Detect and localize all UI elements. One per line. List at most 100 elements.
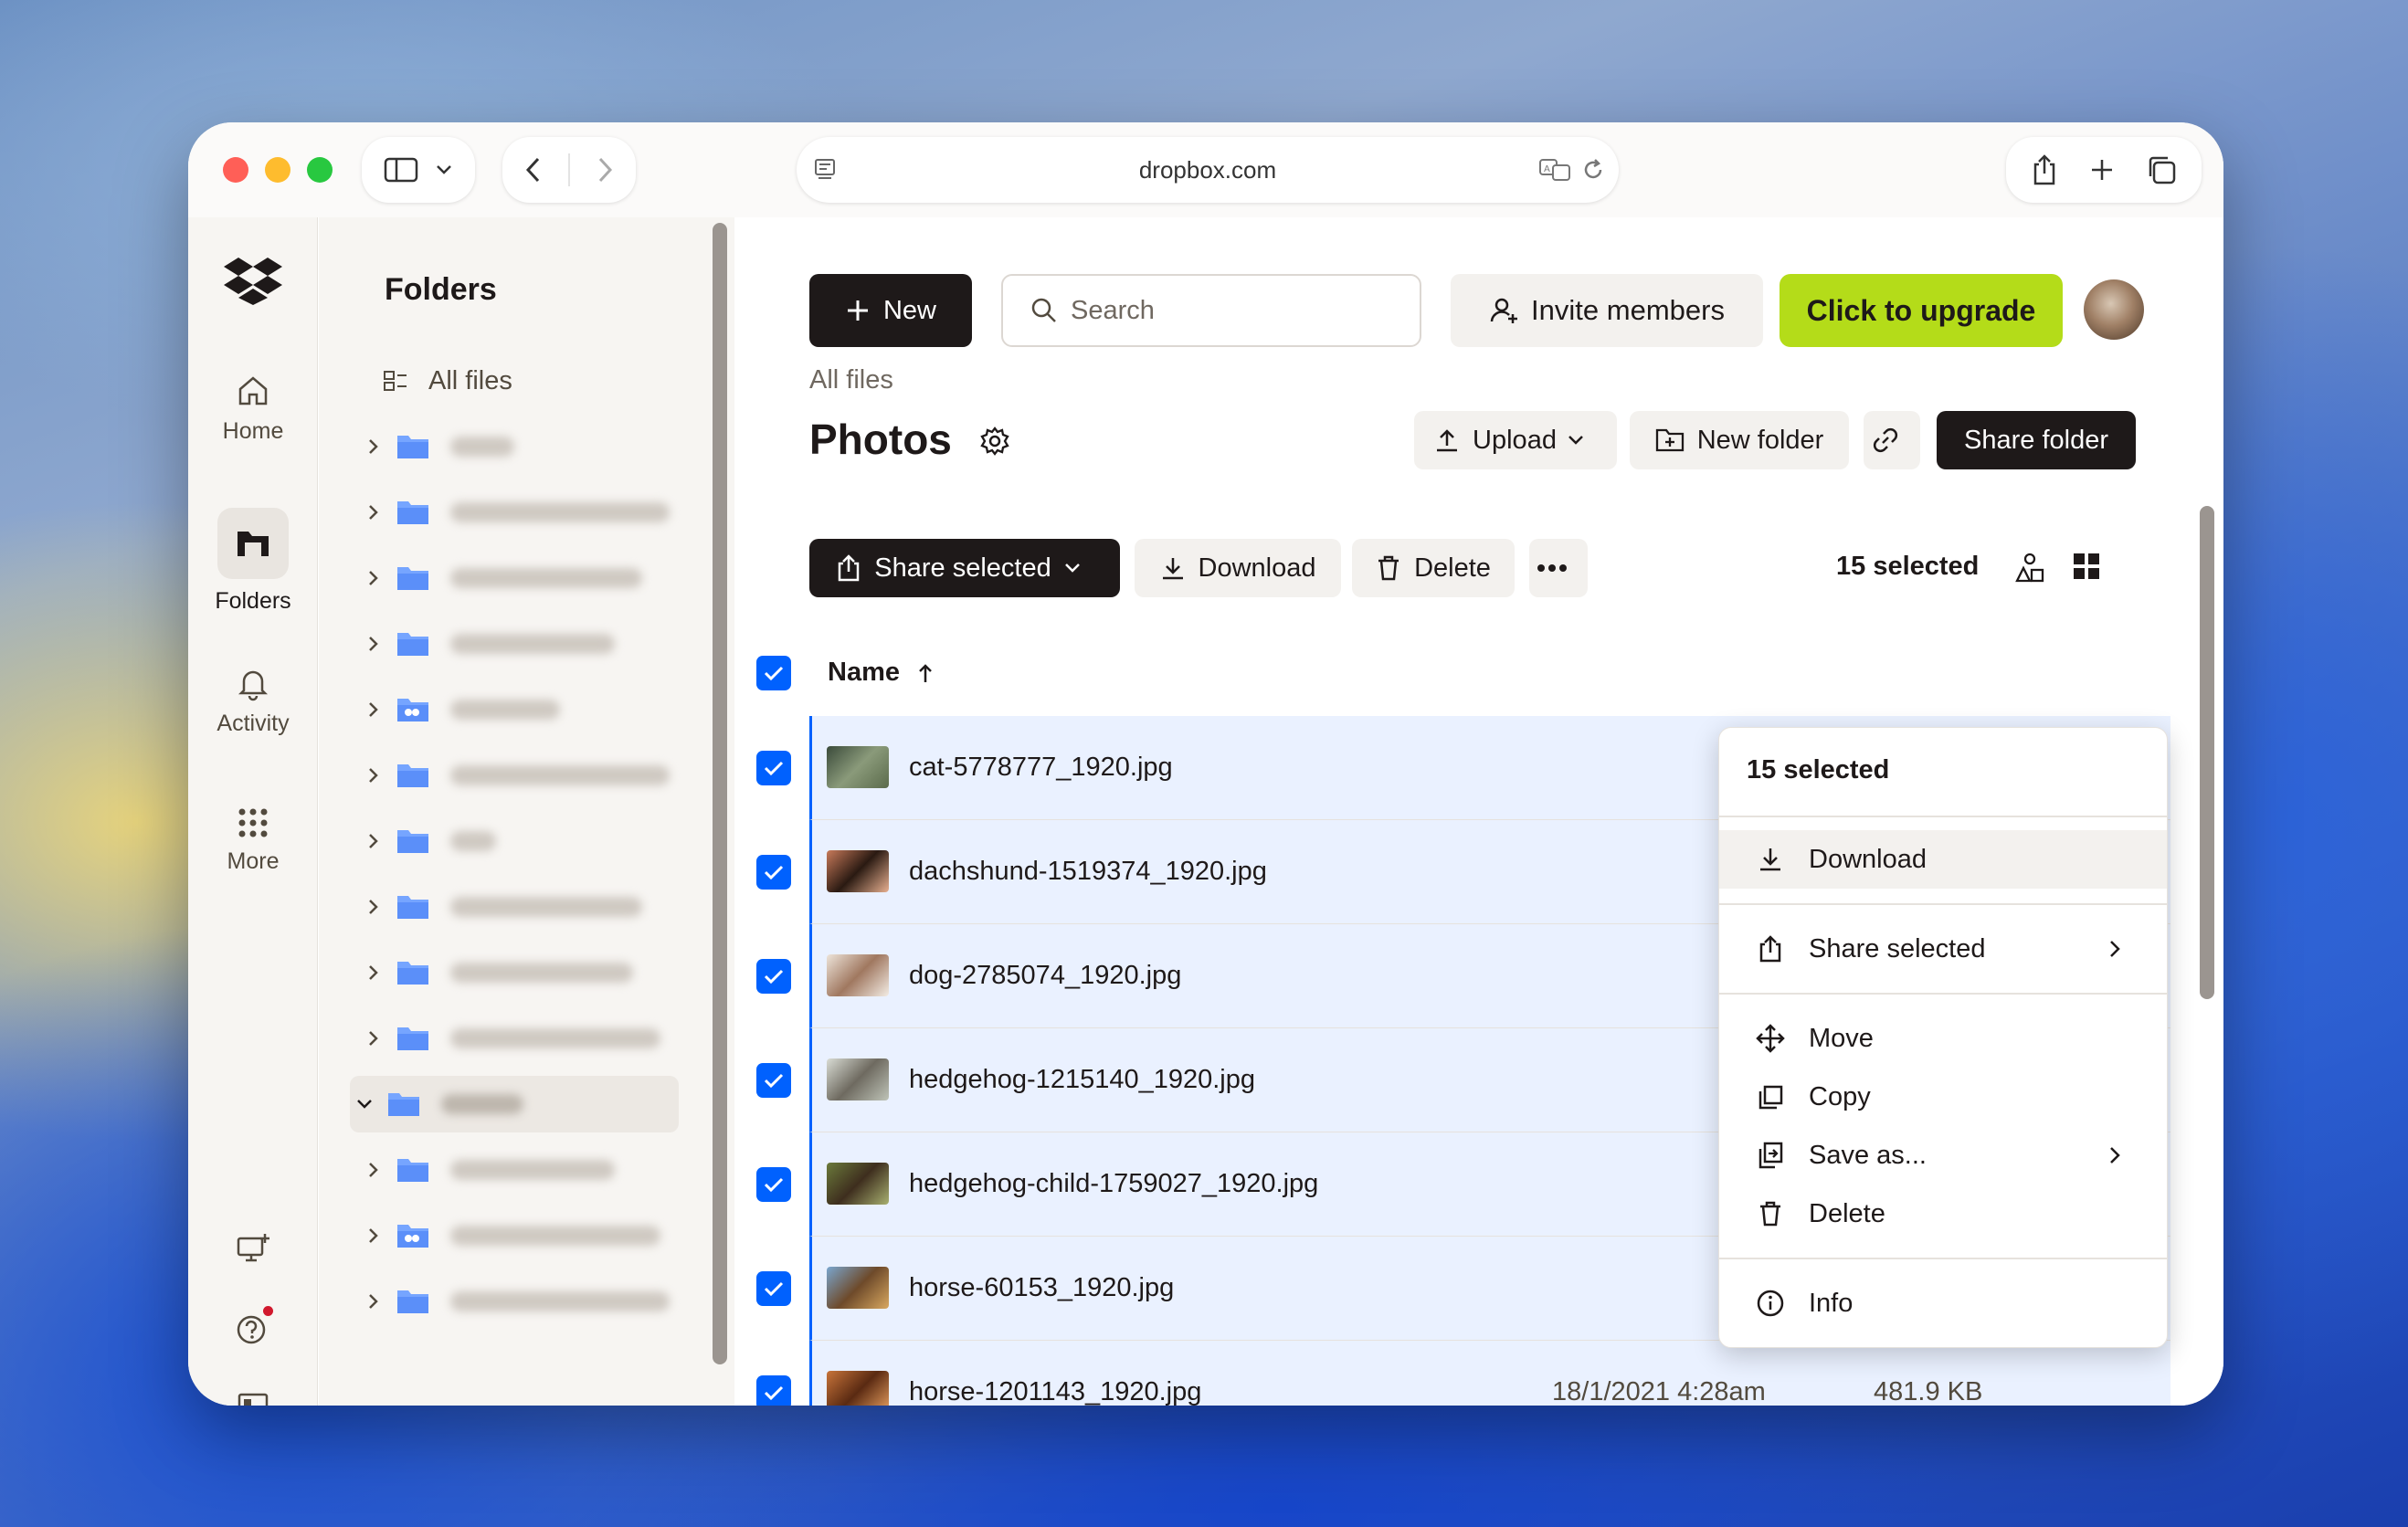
help-button[interactable] [188, 1306, 318, 1346]
folder-label-redacted [450, 1291, 670, 1311]
tree-item-folder[interactable] [355, 813, 675, 869]
tree-item-folder[interactable] [355, 1207, 675, 1264]
chevron-right-icon[interactable] [364, 437, 383, 456]
rail-item-activity[interactable]: Activity [188, 665, 318, 737]
tree-item-folder[interactable] [355, 418, 675, 475]
menu-item-copy[interactable]: Copy [1719, 1068, 2167, 1126]
tree-item-folder[interactable] [355, 1142, 675, 1198]
chevron-right-icon[interactable] [364, 1227, 383, 1245]
new-tab-plus-icon[interactable] [2089, 157, 2115, 183]
menu-item-save-as[interactable]: Save as... [1719, 1126, 2167, 1185]
rail-item-home[interactable]: Home [188, 373, 318, 445]
tree-item-folder[interactable] [355, 944, 675, 1001]
rail-item-more[interactable]: More [188, 806, 318, 875]
row-checkbox[interactable] [756, 1063, 791, 1098]
name-column-header[interactable]: Name [828, 658, 935, 688]
menu-item-delete[interactable]: Delete [1719, 1185, 2167, 1243]
chevron-down-icon[interactable] [355, 1098, 374, 1111]
shapes-view-icon[interactable] [2012, 552, 2044, 583]
row-checkbox[interactable] [756, 751, 791, 785]
minimize-window-button[interactable] [265, 157, 290, 183]
chevron-right-icon[interactable] [364, 635, 383, 653]
share-selected-button[interactable]: Share selected [809, 539, 1120, 597]
file-name[interactable]: cat-5778777_1920.jpg [909, 753, 1173, 783]
tree-item-folder[interactable] [350, 1076, 679, 1132]
chevron-right-icon[interactable] [364, 898, 383, 916]
tree-item-folder[interactable] [355, 1010, 675, 1067]
chevron-right-icon[interactable] [364, 569, 383, 587]
zoom-window-button[interactable] [307, 157, 333, 183]
tabs-overview-icon[interactable] [2146, 154, 2177, 185]
settings-gear-icon[interactable] [979, 426, 1010, 457]
avatar[interactable] [2084, 279, 2144, 340]
folder-label-redacted [450, 897, 642, 917]
grid-view-icon[interactable] [2072, 552, 2101, 581]
file-name[interactable]: horse-1201143_1920.jpg [909, 1377, 1201, 1406]
sidebar-icon [384, 156, 420, 184]
share-icon[interactable] [2031, 153, 2058, 186]
breadcrumb[interactable]: All files [809, 365, 893, 395]
file-name[interactable]: dachshund-1519374_1920.jpg [909, 857, 1267, 887]
chevron-right-icon[interactable] [364, 1161, 383, 1179]
row-checkbox[interactable] [756, 959, 791, 994]
chevron-right-icon[interactable] [364, 1292, 383, 1311]
row-checkbox[interactable] [756, 855, 791, 890]
translate-icon[interactable]: A [1538, 157, 1573, 183]
table-row[interactable]: horse-1201143_1920.jpg 18/1/2021 4:28am 48… [809, 1341, 2170, 1406]
menu-item-share-selected[interactable]: Share selected [1719, 920, 2167, 978]
row-checkbox[interactable] [756, 1167, 791, 1202]
desktop-app-button[interactable] [188, 1231, 318, 1268]
close-window-button[interactable] [223, 157, 248, 183]
new-button[interactable]: New [809, 274, 972, 347]
share-folder-button[interactable]: Share folder [1937, 411, 2136, 469]
chevron-right-icon[interactable] [364, 964, 383, 982]
row-checkbox[interactable] [756, 1271, 791, 1306]
dropbox-logo[interactable] [188, 254, 318, 305]
menu-item-info[interactable]: Info [1719, 1274, 2167, 1332]
tree-item-folder[interactable] [355, 1273, 675, 1330]
tree-item-all-files[interactable]: All files [355, 353, 675, 409]
folders-scrollbar[interactable] [713, 223, 727, 1364]
new-folder-button[interactable]: New folder [1630, 411, 1849, 469]
main-scrollbar[interactable] [2200, 506, 2214, 999]
rail-item-folders[interactable]: Folders [188, 508, 318, 615]
delete-button[interactable]: Delete [1352, 539, 1515, 597]
tree-item-folder[interactable] [355, 747, 675, 804]
tree-item-folder[interactable] [355, 879, 675, 935]
chevron-right-icon[interactable] [364, 1029, 383, 1048]
download-button[interactable]: Download [1135, 539, 1341, 597]
file-name[interactable]: horse-60153_1920.jpg [909, 1273, 1174, 1303]
row-checkbox[interactable] [756, 1375, 791, 1406]
invite-members-button[interactable]: Invite members [1451, 274, 1763, 347]
tree-item-folder[interactable] [355, 616, 675, 672]
chevron-right-icon[interactable] [364, 766, 383, 785]
file-thumbnail [827, 850, 889, 892]
upgrade-button[interactable]: Click to upgrade [1780, 274, 2063, 347]
check-icon [763, 967, 785, 985]
address-bar[interactable]: dropbox.com A [797, 137, 1619, 203]
file-thumbnail [827, 1371, 889, 1406]
file-name[interactable]: hedgehog-1215140_1920.jpg [909, 1065, 1255, 1095]
tree-item-folder[interactable] [355, 550, 675, 606]
search-input[interactable]: Search [1001, 274, 1421, 347]
select-all-checkbox[interactable] [756, 656, 791, 690]
upload-button[interactable]: Upload [1414, 411, 1617, 469]
menu-item-download[interactable]: Download [1719, 830, 2167, 889]
reload-icon[interactable] [1580, 157, 1606, 183]
file-name[interactable]: hedgehog-child-1759027_1920.jpg [909, 1169, 1318, 1199]
chevron-right-icon[interactable] [364, 503, 383, 521]
file-name[interactable]: dog-2785074_1920.jpg [909, 961, 1181, 991]
collapse-sidebar-button[interactable] [188, 1390, 318, 1406]
back-arrow-icon[interactable] [523, 155, 544, 184]
chevron-right-icon[interactable] [364, 832, 383, 850]
grid-icon [188, 806, 318, 839]
forward-arrow-icon[interactable] [594, 155, 616, 184]
tree-item-folder[interactable] [355, 681, 675, 738]
chevron-right-icon[interactable] [364, 700, 383, 719]
copy-link-button[interactable] [1864, 411, 1920, 469]
more-actions-button[interactable] [1529, 539, 1588, 597]
menu-item-move[interactable]: Move [1719, 1009, 2167, 1068]
tree-item-folder[interactable] [355, 484, 675, 541]
folder-label-redacted [450, 437, 514, 457]
sidebar-toggle-button[interactable] [362, 137, 475, 203]
